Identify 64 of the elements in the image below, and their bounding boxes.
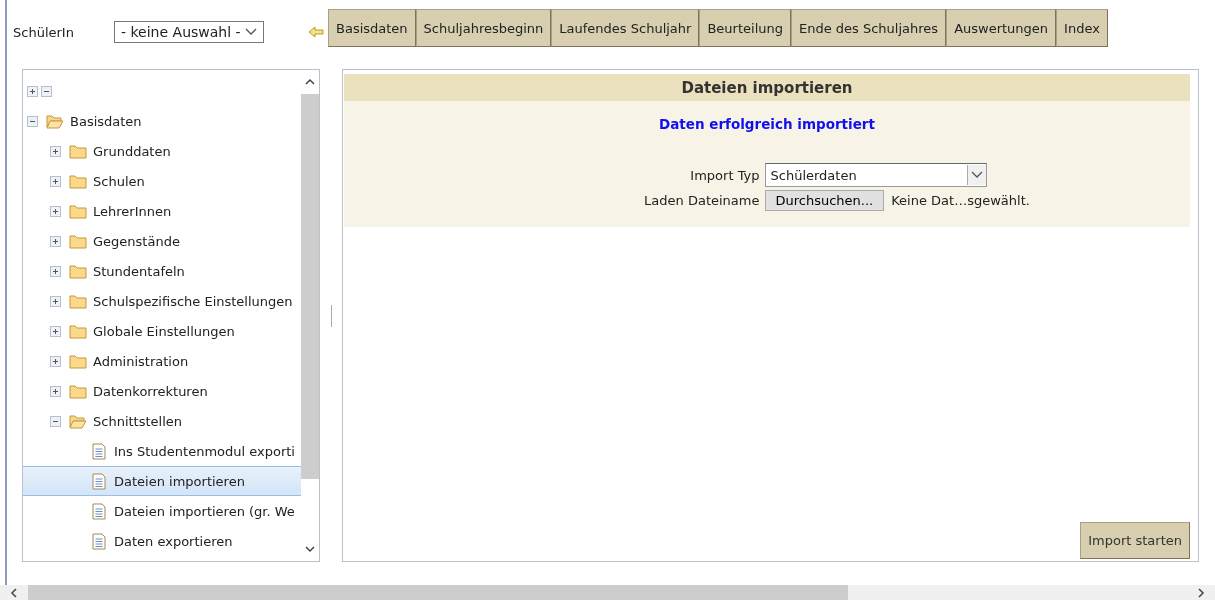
splitter-handle[interactable] — [330, 304, 332, 327]
file-status: Keine Dat…sgewählt. — [891, 193, 1030, 208]
expand-icon[interactable] — [50, 325, 61, 337]
tree-item[interactable]: LehrerInnen — [23, 196, 301, 226]
tree-item[interactable]: Administration — [23, 346, 301, 376]
folder-icon — [69, 203, 87, 219]
tree-item[interactable]: Gegenstände — [23, 226, 301, 256]
expand-icon[interactable] — [50, 265, 61, 277]
field-label: Import Typ — [689, 167, 760, 183]
expand-icon[interactable] — [50, 355, 61, 367]
expand-icon[interactable] — [50, 205, 61, 217]
expand-icon[interactable] — [50, 235, 61, 247]
nav-tab[interactable]: Auswertungen — [946, 9, 1057, 47]
tree-item[interactable]: Stundentafeln — [23, 256, 301, 286]
tree-item[interactable]: Ins Studentenmodul exporti — [23, 436, 301, 466]
horizontal-scrollbar[interactable] — [0, 585, 1215, 600]
folder-icon — [69, 143, 87, 159]
collapse-icon[interactable] — [27, 115, 38, 127]
tree-item[interactable]: Basisdaten — [23, 106, 301, 136]
folder-icon — [69, 293, 87, 309]
folder-icon — [69, 233, 87, 249]
caret-icon — [970, 171, 983, 179]
import-type-select[interactable]: Schülerdaten — [764, 163, 987, 187]
panel-title: Dateien importieren — [344, 74, 1190, 101]
nav-tab[interactable]: Ende des Schuljahres — [791, 9, 947, 47]
folder-icon — [69, 383, 87, 399]
folder-icon — [69, 173, 87, 189]
import-button[interactable]: Import starten — [1080, 522, 1190, 559]
document-icon — [92, 472, 106, 490]
student-select[interactable]: - keine Auswahl - — [114, 21, 264, 43]
nav-tab[interactable]: Laufendes Schuljahr — [551, 9, 700, 47]
folder-icon — [69, 263, 87, 279]
success-message: Daten erfolgreich importiert — [659, 116, 875, 132]
nav-tab[interactable]: Beurteilung — [699, 9, 791, 47]
expand-icon[interactable] — [50, 295, 61, 307]
student-label: SchülerIn — [13, 24, 75, 40]
open-folder-icon — [46, 113, 64, 129]
folder-icon — [69, 353, 87, 369]
caret-icon — [245, 28, 257, 36]
open-folder-icon — [69, 413, 87, 429]
tree-item[interactable]: Schnittstellen — [23, 406, 301, 436]
tree-item[interactable]: Dateien importieren — [23, 466, 301, 496]
document-icon — [92, 502, 106, 520]
nav-tab[interactable]: Basisdaten — [328, 9, 416, 47]
tree-item[interactable]: Daten exportieren — [23, 526, 301, 556]
tree-item[interactable]: Dateien importieren (gr. We — [23, 496, 301, 526]
nav-tab[interactable]: Schuljahresbeginn — [415, 9, 552, 47]
tree-item[interactable]: Grunddaten — [23, 136, 301, 166]
tree-item[interactable]: Schulen — [23, 166, 301, 196]
tree-item[interactable]: Datenkorrekturen — [23, 376, 301, 406]
folder-icon — [69, 323, 87, 339]
expand-icon[interactable] — [50, 145, 61, 157]
nav-tab[interactable]: Index — [1056, 9, 1108, 47]
tree-item[interactable]: Globale Einstellungen — [23, 316, 301, 346]
expand-icon[interactable] — [50, 175, 61, 187]
tree-item[interactable]: Schulspezifische Einstellungen — [23, 286, 301, 316]
collapse-all-icon[interactable] — [41, 85, 52, 97]
field-label: Laden Dateiname — [643, 193, 760, 208]
browse-button[interactable]: Durchsuchen... — [764, 190, 885, 211]
document-icon — [92, 442, 106, 460]
expand-all-icon[interactable] — [27, 85, 38, 97]
document-icon — [92, 532, 106, 550]
collapse-icon[interactable] — [50, 415, 61, 427]
expand-icon[interactable] — [50, 385, 61, 397]
